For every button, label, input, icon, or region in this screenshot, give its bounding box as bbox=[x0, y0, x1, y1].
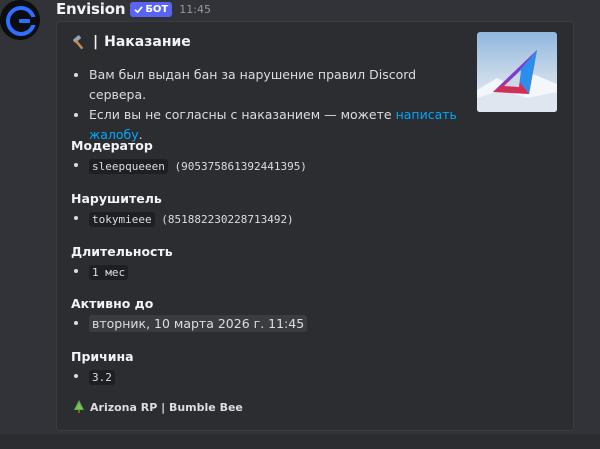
envision-logo-icon bbox=[0, 0, 40, 40]
description-line-ban: Вам был выдан бан за нарушение правил Di… bbox=[71, 65, 461, 105]
tree-icon bbox=[74, 400, 84, 413]
hammer-icon bbox=[73, 35, 83, 50]
verified-check-icon bbox=[134, 5, 144, 13]
active-until-timestamp[interactable]: вторник, 10 марта 2026 г. 11:45 bbox=[89, 315, 308, 332]
field-name: Модератор bbox=[71, 138, 153, 153]
field-name: Нарушитель bbox=[71, 191, 162, 206]
violator-username[interactable]: tokymieee bbox=[89, 212, 155, 227]
chat-bottom-strip bbox=[0, 434, 600, 449]
bot-avatar[interactable] bbox=[0, 0, 40, 40]
title-separator: | bbox=[93, 34, 99, 50]
violator-id: (851882230228713492) bbox=[154, 213, 294, 226]
embed-thumbnail[interactable] bbox=[477, 32, 557, 112]
description-text: Вам был выдан бан за нарушение правил Di… bbox=[89, 67, 417, 102]
field-value: 1 мес bbox=[71, 261, 511, 283]
message-timestamp[interactable]: 11:45 bbox=[179, 3, 211, 16]
embed-title: | Наказание bbox=[71, 34, 191, 50]
footer-text: Arizona RP | Bumble Bee bbox=[90, 400, 243, 414]
field-violator: Нарушитель tokymieee (851882230228713492… bbox=[71, 190, 511, 230]
field-reason: Причина 3.2 bbox=[71, 348, 511, 388]
field-duration: Длительность 1 мес bbox=[71, 243, 511, 283]
field-value: sleepqueeen (905375861392441395) bbox=[71, 155, 511, 177]
message-header: Envision БОТ 11:45 bbox=[56, 0, 211, 18]
embed-title-text: Наказание bbox=[104, 34, 191, 50]
reason-value[interactable]: 3.2 bbox=[89, 370, 115, 385]
bot-badge-label: БОТ bbox=[145, 3, 169, 15]
bot-badge: БОТ bbox=[130, 1, 173, 17]
field-name: Активно до bbox=[71, 296, 154, 311]
field-value: вторник, 10 марта 2026 г. 11:45 bbox=[71, 313, 511, 335]
appeal-text: Если вы не согласны с наказанием — может… bbox=[89, 107, 396, 122]
moderator-id: (905375861392441395) bbox=[167, 160, 307, 173]
embed-description: Вам был выдан бан за нарушение правил Di… bbox=[71, 65, 461, 145]
field-name: Причина bbox=[71, 349, 134, 364]
field-active-until: Активно до вторник, 10 марта 2026 г. 11:… bbox=[71, 295, 511, 335]
embed-footer: Arizona RP | Bumble Bee bbox=[73, 400, 243, 414]
duration-value[interactable]: 1 мес bbox=[89, 265, 129, 280]
punishment-embed: | Наказание Вам был выдан бан за нарушен… bbox=[56, 21, 574, 431]
arizona-logo-image bbox=[477, 32, 557, 112]
field-value: tokymieee (851882230228713492) bbox=[71, 208, 511, 230]
field-value: 3.2 bbox=[71, 366, 511, 388]
moderator-username[interactable]: sleepqueeen bbox=[89, 159, 168, 174]
field-moderator: Модератор sleepqueeen (90537586139244139… bbox=[71, 137, 511, 177]
field-name: Длительность bbox=[71, 244, 173, 259]
author-name[interactable]: Envision bbox=[56, 0, 126, 18]
